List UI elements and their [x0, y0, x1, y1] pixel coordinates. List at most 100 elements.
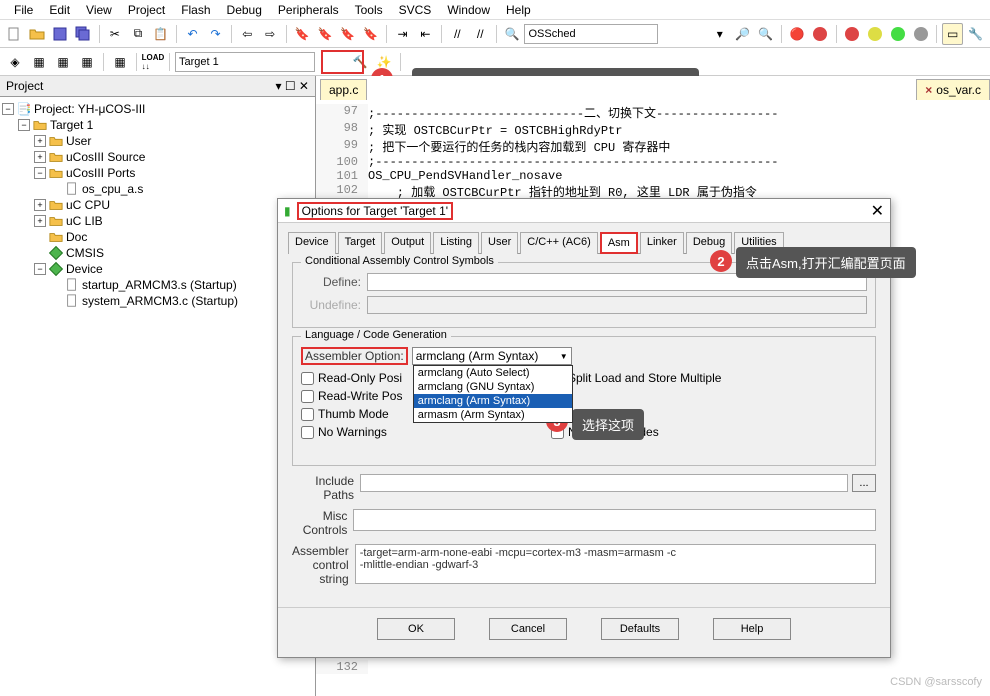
tab-listing[interactable]: Listing: [433, 232, 479, 254]
tab-linker[interactable]: Linker: [640, 232, 684, 254]
cut-icon[interactable]: ✂: [105, 23, 126, 45]
incremental-icon[interactable]: 🔍: [755, 23, 776, 45]
expand-icon[interactable]: ▾: [709, 23, 730, 45]
checkbox-thumb[interactable]: [301, 408, 314, 421]
cancel-button[interactable]: Cancel: [489, 618, 567, 640]
option-gnu[interactable]: armclang (GNU Syntax): [414, 380, 572, 394]
tree-file-system[interactable]: system_ARMCM3.c (Startup): [82, 294, 238, 308]
uncomment-icon[interactable]: //: [470, 23, 491, 45]
tab-device[interactable]: Device: [288, 232, 336, 254]
tree-uccpu[interactable]: uC CPU: [66, 198, 110, 212]
download-icon[interactable]: LOAD↓↓: [142, 51, 164, 73]
chevron-down-icon[interactable]: ▼: [560, 352, 568, 361]
save-all-icon[interactable]: [73, 23, 94, 45]
breakpoint-icon[interactable]: [810, 23, 831, 45]
tab-user[interactable]: User: [481, 232, 518, 254]
menu-help[interactable]: Help: [498, 2, 539, 17]
assembler-option-combo[interactable]: armclang (Arm Syntax)▼ armclang (Auto Se…: [412, 347, 572, 365]
tree-ports[interactable]: uCosIII Ports: [66, 166, 135, 180]
option-armasm[interactable]: armasm (Arm Syntax): [414, 408, 572, 422]
debug-icon[interactable]: 🔴: [787, 23, 808, 45]
window-icon[interactable]: ▭: [942, 23, 963, 45]
menu-svcs[interactable]: SVCS: [391, 2, 440, 17]
stop-build-icon[interactable]: ▦: [109, 51, 131, 73]
option-arm[interactable]: armclang (Arm Syntax): [414, 394, 572, 408]
paste-icon[interactable]: 📋: [150, 23, 171, 45]
find-icon[interactable]: 🔍: [502, 23, 523, 45]
target-combo[interactable]: Target 1: [175, 52, 315, 72]
ok-button[interactable]: OK: [377, 618, 455, 640]
find-combo[interactable]: OSSched: [524, 24, 657, 44]
save-icon[interactable]: [50, 23, 71, 45]
checkbox-ro[interactable]: [301, 372, 314, 385]
yellow-dot-icon[interactable]: [865, 23, 886, 45]
assembler-dropdown[interactable]: armclang (Auto Select) armclang (GNU Syn…: [413, 365, 573, 423]
browse-icon[interactable]: ...: [852, 474, 876, 492]
outdent-icon[interactable]: ⇤: [415, 23, 436, 45]
batch-icon[interactable]: ▦: [76, 51, 98, 73]
gray-dot-icon[interactable]: [910, 23, 931, 45]
indent-icon[interactable]: ⇥: [392, 23, 413, 45]
new-icon[interactable]: [4, 23, 25, 45]
bookmark-clear-icon[interactable]: 🔖: [360, 23, 381, 45]
nav-back-icon[interactable]: ⇦: [237, 23, 258, 45]
close-icon[interactable]: ×: [925, 83, 932, 97]
tree-collapse-icon[interactable]: −: [18, 119, 30, 131]
bookmark-icon[interactable]: 🔖: [292, 23, 313, 45]
tree-expand-icon[interactable]: +: [34, 151, 46, 163]
undefine-input[interactable]: [367, 296, 867, 314]
tab-app[interactable]: app.c: [320, 79, 367, 100]
build-icon[interactable]: ▦: [28, 51, 50, 73]
tree-collapse-icon[interactable]: −: [2, 103, 14, 115]
tree-user[interactable]: User: [66, 134, 91, 148]
tree-cmsis[interactable]: CMSIS: [66, 246, 104, 260]
option-auto[interactable]: armclang (Auto Select): [414, 366, 572, 380]
comment-icon[interactable]: //: [447, 23, 468, 45]
red-dot-icon[interactable]: [842, 23, 863, 45]
tree-expand-icon[interactable]: +: [34, 215, 46, 227]
menu-peripherals[interactable]: Peripherals: [270, 2, 347, 17]
tab-osvar[interactable]: ×os_var.c: [916, 79, 990, 100]
find-files-icon[interactable]: 🔎: [732, 23, 753, 45]
tab-asm[interactable]: Asm: [600, 232, 638, 254]
translate-icon[interactable]: ◈: [4, 51, 26, 73]
checkbox-rw[interactable]: [301, 390, 314, 403]
menu-flash[interactable]: Flash: [173, 2, 218, 17]
include-input[interactable]: [360, 474, 848, 492]
misc-input[interactable]: [353, 509, 876, 531]
tab-target[interactable]: Target: [338, 232, 383, 254]
defaults-button[interactable]: Defaults: [601, 618, 679, 640]
redo-icon[interactable]: ↷: [205, 23, 226, 45]
nav-fwd-icon[interactable]: ⇨: [260, 23, 281, 45]
menu-file[interactable]: File: [6, 2, 41, 17]
copy-icon[interactable]: ⧉: [127, 23, 148, 45]
menu-window[interactable]: Window: [439, 2, 498, 17]
config-icon[interactable]: 🔧: [965, 23, 986, 45]
menu-debug[interactable]: Debug: [219, 2, 270, 17]
green-dot-icon[interactable]: [887, 23, 908, 45]
menu-tools[interactable]: Tools: [347, 2, 391, 17]
menu-edit[interactable]: Edit: [41, 2, 78, 17]
tree-expand-icon[interactable]: +: [34, 199, 46, 211]
tree-root[interactable]: Project: YH-μCOS-III: [34, 102, 145, 116]
tab-cpp[interactable]: C/C++ (AC6): [520, 232, 598, 254]
tree-collapse-icon[interactable]: −: [34, 167, 46, 179]
help-button[interactable]: Help: [713, 618, 791, 640]
bookmark-next-icon[interactable]: 🔖: [337, 23, 358, 45]
menu-view[interactable]: View: [78, 2, 120, 17]
open-icon[interactable]: [27, 23, 48, 45]
menu-project[interactable]: Project: [120, 2, 173, 17]
undo-icon[interactable]: ↶: [182, 23, 203, 45]
tree-file-oscpu[interactable]: os_cpu_a.s: [82, 182, 143, 196]
tree-expand-icon[interactable]: +: [34, 135, 46, 147]
close-icon[interactable]: ✕: [871, 201, 884, 221]
tree-uclib[interactable]: uC LIB: [66, 214, 103, 228]
tree-device[interactable]: Device: [66, 262, 103, 276]
tree-source[interactable]: uCosIII Source: [66, 150, 145, 164]
bookmark-prev-icon[interactable]: 🔖: [315, 23, 336, 45]
project-tree[interactable]: −📑Project: YH-μCOS-III −Target 1 +User +…: [0, 97, 315, 696]
tab-output[interactable]: Output: [384, 232, 431, 254]
code-area[interactable]: 97;-----------------------------二、切换下文--…: [316, 100, 990, 204]
tree-collapse-icon[interactable]: −: [34, 263, 46, 275]
tree-doc[interactable]: Doc: [66, 230, 87, 244]
